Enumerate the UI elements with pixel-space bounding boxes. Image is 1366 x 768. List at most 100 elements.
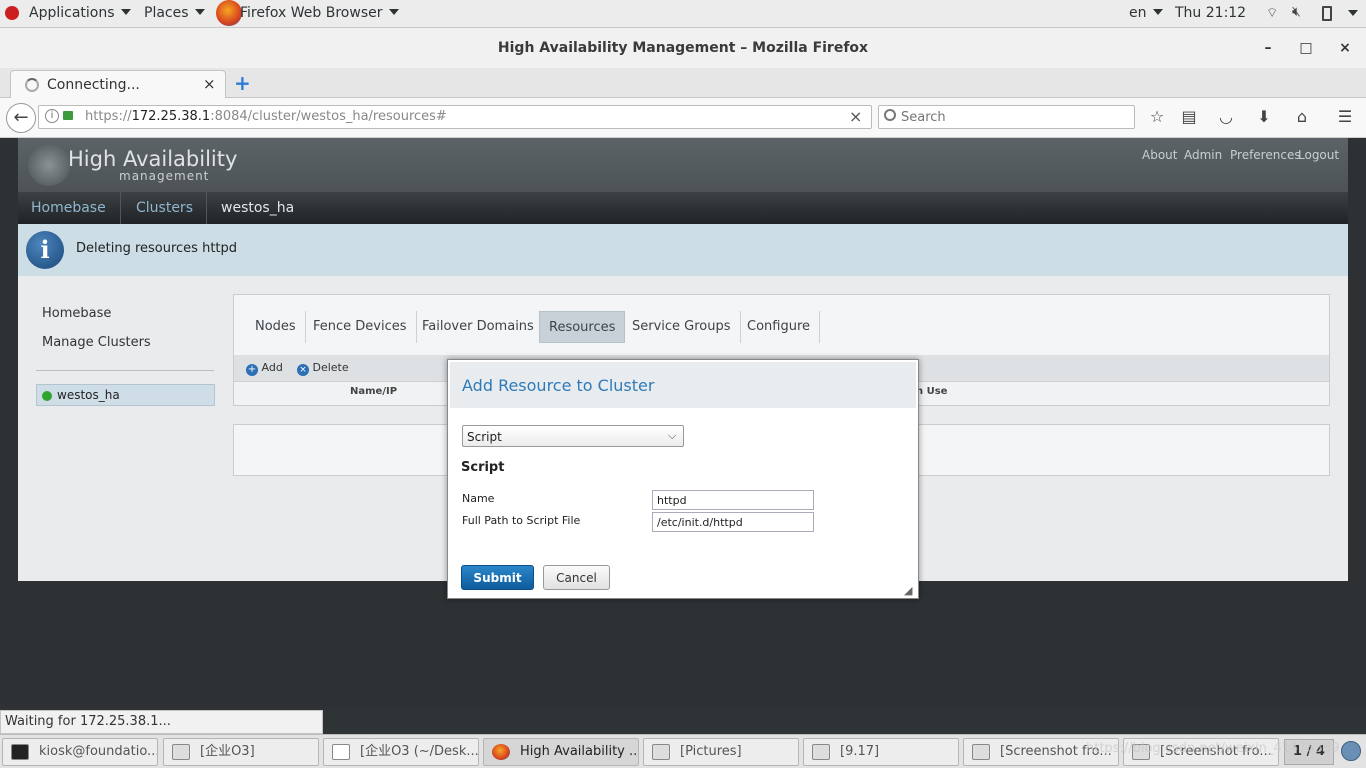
editor-icon: [332, 744, 350, 760]
watermark: https://blog.csdn.net/weixin_41476369: [1086, 741, 1340, 756]
language-menu[interactable]: en: [1129, 5, 1163, 21]
tab-nodes[interactable]: Nodes: [246, 311, 306, 343]
task-editor[interactable]: [企业O3 (~/Desk...: [323, 738, 479, 766]
task-firefox[interactable]: High Availability ...: [483, 738, 639, 766]
firefox-app-menu[interactable]: Firefox Web Browser: [240, 5, 399, 21]
admin-link[interactable]: Admin: [1184, 148, 1222, 162]
back-button[interactable]: ←: [6, 103, 36, 133]
resize-handle-icon[interactable]: ◢: [904, 584, 912, 597]
task-folder[interactable]: [企业O3]: [163, 738, 319, 766]
top-panel: Applications Places Firefox Web Browser …: [0, 0, 1366, 28]
task-pictures[interactable]: [Pictures]: [643, 738, 799, 766]
pocket-icon[interactable]: ◡: [1215, 106, 1237, 128]
tab-title: Connecting...: [47, 77, 140, 93]
tab-fence-devices[interactable]: Fence Devices: [304, 311, 417, 343]
preferences-link[interactable]: Preferences: [1230, 148, 1301, 162]
cluster-name: westos_ha: [57, 388, 120, 402]
applications-menu[interactable]: Applications: [29, 5, 131, 21]
home-icon[interactable]: ⌂: [1291, 106, 1313, 128]
task-label: [Pictures]: [680, 744, 742, 759]
resource-type-select[interactable]: Script ⌵: [462, 425, 684, 447]
about-link[interactable]: About: [1142, 148, 1177, 162]
ha-logo-icon: [28, 144, 70, 186]
sidebar-item-cluster[interactable]: westos_ha: [36, 384, 215, 406]
status-bar: Waiting for 172.25.38.1...: [0, 710, 323, 734]
cancel-button[interactable]: Cancel: [543, 565, 610, 590]
window-title: High Availability Management – Mozilla F…: [497, 40, 869, 56]
loading-spinner-icon: [25, 78, 39, 92]
clock[interactable]: Thu 21:12: [1175, 5, 1246, 21]
name-label: Name: [462, 492, 495, 505]
tab-service-groups[interactable]: Service Groups: [623, 311, 741, 343]
add-resource-button[interactable]: + Add: [246, 361, 283, 376]
sidebar-item-manage-clusters[interactable]: Manage Clusters: [42, 335, 151, 350]
breadcrumb: Homebase Clusters westos_ha: [18, 192, 1348, 224]
battery-icon[interactable]: [1322, 6, 1332, 21]
tab-resources[interactable]: Resources: [539, 311, 626, 343]
sidebar-item-homebase[interactable]: Homebase: [42, 306, 111, 321]
breadcrumb-separator: [107, 192, 121, 224]
minimize-button[interactable]: –: [1258, 28, 1278, 68]
chevron-down-icon: [194, 9, 205, 15]
submit-button[interactable]: Submit: [461, 565, 534, 590]
downloads-icon[interactable]: ⬇: [1253, 106, 1275, 128]
task-label: [9.17]: [840, 744, 880, 759]
places-menu[interactable]: Places: [144, 5, 205, 21]
script-path-field[interactable]: [652, 512, 814, 532]
power-menu-chevron-icon[interactable]: [1348, 6, 1358, 22]
url-bar[interactable]: i https://172.25.38.1:8084/cluster/westo…: [38, 105, 872, 129]
app-header: High Availability management About Admin…: [18, 138, 1348, 192]
bookmark-star-icon[interactable]: ☆: [1146, 106, 1168, 128]
search-icon: [884, 109, 896, 121]
delete-resource-button[interactable]: × Delete: [297, 361, 349, 376]
close-window-button[interactable]: ×: [1335, 28, 1355, 68]
tab-failover-domains[interactable]: Failover Domains: [413, 311, 544, 343]
maximize-button[interactable]: □: [1296, 28, 1316, 68]
taskbar: kiosk@foundatio... [企业O3] [企业O3 (~/Desk.…: [0, 734, 1366, 768]
lock-icon[interactable]: [63, 111, 73, 120]
chevron-down-icon: ⌵: [668, 429, 677, 442]
tab-close-button[interactable]: ×: [203, 75, 216, 93]
name-field[interactable]: [652, 490, 814, 510]
tab-connecting[interactable]: Connecting... ×: [10, 70, 226, 99]
delete-icon: ×: [297, 364, 309, 376]
status-online-icon: [42, 391, 52, 401]
logout-link[interactable]: Logout: [1298, 148, 1339, 162]
tab-strip: Connecting... × +: [0, 68, 1366, 99]
column-name-ip[interactable]: Name/IP: [350, 386, 397, 397]
logo-subtitle: management: [119, 169, 210, 183]
add-icon: +: [246, 364, 258, 376]
chevron-down-icon: [120, 9, 131, 15]
delete-label: Delete: [312, 361, 349, 374]
url-text: https://172.25.38.1:8084/cluster/westos_…: [85, 109, 447, 124]
navigation-toolbar: ← i https://172.25.38.1:8084/cluster/wes…: [0, 98, 1366, 138]
wifi-icon[interactable]: ⌔: [1266, 5, 1278, 21]
clear-url-button[interactable]: ×: [849, 107, 862, 126]
search-input[interactable]: [901, 108, 1129, 126]
breadcrumb-separator: [193, 192, 207, 224]
hamburger-menu-icon[interactable]: ☰: [1334, 106, 1356, 128]
info-icon[interactable]: i: [45, 109, 59, 123]
task-label: kiosk@foundatio...: [39, 744, 158, 759]
section-heading: Script: [461, 460, 505, 475]
chevron-down-icon: [1152, 9, 1163, 15]
breadcrumb-clusters[interactable]: Clusters: [136, 200, 193, 216]
window-titlebar: High Availability Management – Mozilla F…: [0, 28, 1366, 68]
task-terminal[interactable]: kiosk@foundatio...: [2, 738, 158, 766]
firefox-app-label: Firefox Web Browser: [240, 5, 383, 21]
task-label: [企业O3 (~/Desk...: [360, 744, 479, 759]
volume-icon[interactable]: 🔇︎: [1292, 4, 1301, 20]
task-folder-917[interactable]: [9.17]: [803, 738, 959, 766]
show-desktop-icon[interactable]: [1341, 741, 1361, 761]
reading-list-icon[interactable]: ▤: [1178, 106, 1200, 128]
window-icon: [652, 744, 670, 760]
column-in-use[interactable]: n Use: [916, 386, 947, 397]
search-bar[interactable]: [878, 105, 1135, 129]
add-resource-dialog: Add Resource to Cluster Script ⌵ Script …: [447, 359, 919, 599]
new-tab-button[interactable]: +: [234, 71, 251, 95]
terminal-icon: [11, 744, 29, 760]
tab-configure[interactable]: Configure: [738, 311, 821, 343]
breadcrumb-homebase[interactable]: Homebase: [31, 200, 106, 216]
task-label: [企业O3]: [200, 744, 255, 759]
task-label: High Availability ...: [520, 744, 639, 759]
